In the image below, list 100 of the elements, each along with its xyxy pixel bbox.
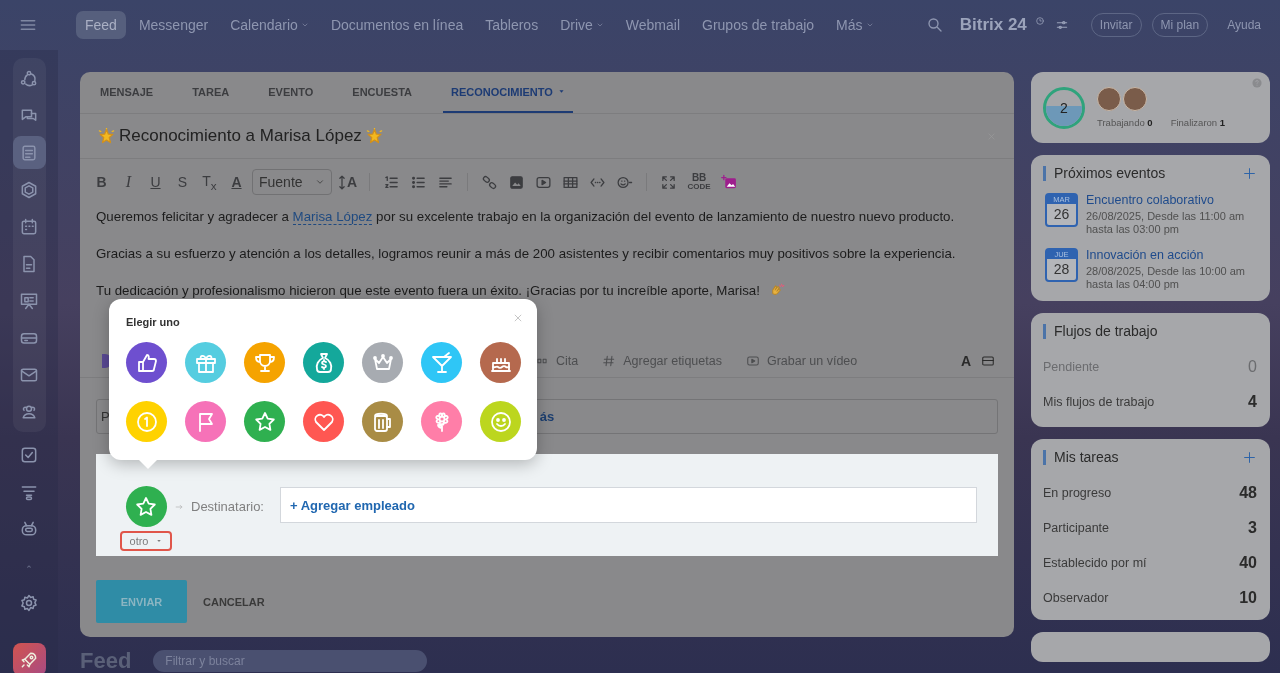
composer-tab[interactable]: RECONOCIMIENTO bbox=[443, 72, 573, 113]
recipient-label: Destinatario: bbox=[191, 499, 264, 514]
heart-badge-icon[interactable] bbox=[303, 401, 344, 442]
caret-icon bbox=[156, 538, 163, 544]
post-title: Reconocimiento a Marisa López bbox=[119, 126, 362, 146]
gift-badge-icon[interactable] bbox=[185, 342, 226, 383]
thumb-badge-icon[interactable] bbox=[126, 342, 167, 383]
calendar-icon bbox=[19, 216, 39, 237]
coin-icon bbox=[134, 409, 159, 434]
row-label[interactable]: Observador bbox=[1043, 590, 1109, 605]
cake-badge-icon[interactable] bbox=[480, 342, 521, 383]
sidebar-button[interactable] bbox=[12, 136, 46, 169]
avatar bbox=[1097, 87, 1121, 111]
link-text[interactable]: ás bbox=[539, 409, 555, 424]
recipient-field[interactable]: + Agregar empleado bbox=[280, 487, 977, 523]
activity-icon bbox=[19, 68, 39, 89]
sliders-icon bbox=[1054, 18, 1069, 32]
caret-icon bbox=[315, 177, 325, 187]
flag-badge-icon[interactable] bbox=[185, 401, 226, 442]
nav-tab[interactable]: Calendario bbox=[221, 11, 318, 39]
field-label: P bbox=[101, 409, 110, 424]
stat-text: Trabajando 0 bbox=[1097, 117, 1153, 128]
trophy-badge-icon[interactable] bbox=[244, 342, 285, 383]
row-label[interactable]: En progreso bbox=[1043, 485, 1112, 500]
nav-tab[interactable]: Messenger bbox=[129, 11, 218, 39]
composer-tab[interactable]: ENCUESTA bbox=[344, 72, 420, 113]
nav-tab[interactable]: Drive bbox=[551, 11, 613, 39]
header-button[interactable]: Ayuda bbox=[1218, 13, 1270, 37]
composer-tab[interactable]: EVENTO bbox=[260, 72, 322, 113]
widget-title: Próximos eventos bbox=[1054, 165, 1166, 181]
row-label[interactable]: Mis flujos de trabajo bbox=[1043, 394, 1155, 409]
flower-badge-icon[interactable] bbox=[421, 401, 462, 442]
popup-title: Elegir uno bbox=[126, 316, 180, 328]
beer-badge-icon[interactable] bbox=[362, 401, 403, 442]
row-label[interactable]: Participante bbox=[1043, 520, 1109, 535]
money-badge-icon[interactable] bbox=[303, 342, 344, 383]
event-time: hasta las 04:00 pm bbox=[1086, 278, 1180, 291]
add-button[interactable] bbox=[1243, 450, 1256, 464]
add-employee-link[interactable]: + Agregar empleado bbox=[290, 497, 415, 513]
image-icon bbox=[508, 173, 526, 191]
row-label[interactable]: Pendiente bbox=[1043, 359, 1100, 374]
row-count: 40 bbox=[1239, 553, 1257, 572]
underline-button[interactable]: U bbox=[144, 169, 167, 195]
logo: Bitrix 24 bbox=[959, 15, 1027, 35]
star-badge-icon[interactable] bbox=[244, 401, 285, 442]
star-icon bbox=[98, 127, 115, 145]
color-button[interactable]: A bbox=[225, 169, 248, 195]
nav-tab[interactable]: Documentos en línea bbox=[321, 11, 473, 39]
row-count: 0 bbox=[1248, 357, 1257, 376]
send-button[interactable]: ENVIAR bbox=[96, 580, 187, 623]
plus-icon bbox=[1243, 166, 1256, 180]
message-paragraph: Queremos felicitar y agradecer a Marisa López por su excelente trabajo en la organización del evento de lanzamiento de nuestro nuevo producto. bbox=[96, 209, 956, 225]
composer-tab[interactable]: TAREA bbox=[184, 72, 238, 113]
hexagon-icon bbox=[19, 179, 39, 200]
cocktail-icon bbox=[429, 350, 454, 375]
arrow-icon bbox=[174, 503, 185, 511]
quote-button[interactable]: Cita bbox=[535, 353, 579, 368]
help-icon bbox=[1252, 78, 1262, 88]
font-select[interactable]: Fuente bbox=[252, 169, 332, 195]
launcher-button[interactable] bbox=[12, 643, 46, 673]
add-button[interactable] bbox=[1243, 166, 1256, 180]
star-icon bbox=[134, 494, 158, 519]
close-icon bbox=[513, 313, 523, 323]
crown-badge-icon[interactable] bbox=[362, 342, 403, 383]
strike-button[interactable]: S bbox=[171, 169, 194, 195]
clear-button[interactable]: T$_{x}$ bbox=[198, 169, 221, 195]
row-count: 10 bbox=[1239, 588, 1257, 607]
nav-tab[interactable]: Más bbox=[827, 11, 883, 39]
bbcode-button[interactable]: BB CODE bbox=[684, 169, 715, 195]
row-count: 4 bbox=[1248, 392, 1257, 411]
badge-dropdown[interactable]: otro bbox=[119, 531, 173, 551]
event-link[interactable]: Encuentro colaborativo bbox=[1086, 193, 1245, 207]
widget-title: Flujos de trabajo bbox=[1054, 323, 1158, 339]
event-link[interactable]: Innovación en acción bbox=[1086, 248, 1245, 262]
row-count: 3 bbox=[1248, 518, 1257, 537]
numbered-list-icon bbox=[383, 173, 401, 191]
nav-tab[interactable]: Webmail bbox=[616, 11, 689, 39]
clock-icon bbox=[1034, 16, 1045, 26]
cocktail-badge-icon[interactable] bbox=[421, 342, 462, 383]
message-paragraph: Gracias a su esfuerzo y atención a los detalles, logramos reunir a más de 200 asistentes y recibir comentarios muy positivos sobre la experiencia. bbox=[96, 246, 957, 262]
avatar bbox=[1123, 87, 1147, 111]
mention-link[interactable]: Marisa López bbox=[292, 209, 373, 225]
event-time: 26/08/2025, Desde las 11:00 am bbox=[1086, 210, 1245, 223]
bold-button[interactable]: B bbox=[90, 169, 113, 195]
nav-tab[interactable]: Grupos de trabajo bbox=[693, 11, 824, 39]
nav-tab[interactable]: Feed bbox=[76, 11, 126, 39]
italic-button[interactable]: I bbox=[117, 169, 140, 195]
row-label[interactable]: Establecido por mí bbox=[1043, 555, 1147, 570]
tag-icon bbox=[602, 353, 617, 368]
size-button[interactable]: A bbox=[336, 169, 360, 195]
composer-tab[interactable]: MENSAJE bbox=[92, 72, 162, 113]
cancel-button[interactable]: CANCELAR bbox=[197, 594, 271, 609]
settings-icon bbox=[19, 592, 39, 613]
nav-tab[interactable]: Tableros bbox=[476, 11, 548, 39]
video-button[interactable]: Grabar un vídeo bbox=[745, 353, 858, 368]
presence-count: 2 bbox=[1060, 99, 1068, 116]
star-icon bbox=[252, 409, 277, 434]
event-time: hasta las 03:00 pm bbox=[1086, 223, 1180, 236]
tag-button[interactable]: Agregar etiquetas bbox=[602, 353, 722, 368]
text-format-button[interactable]: A bbox=[960, 352, 971, 369]
